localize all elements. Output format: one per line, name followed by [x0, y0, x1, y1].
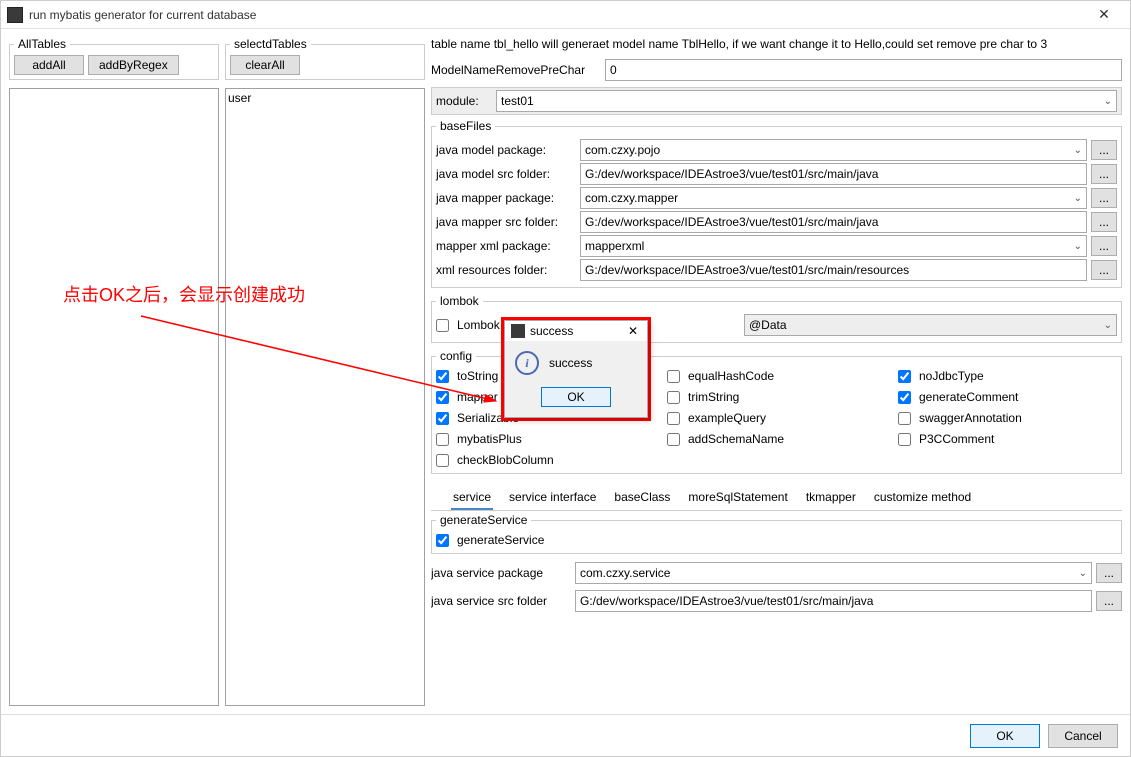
- service-group: generateService generateService: [431, 513, 1122, 554]
- generateservice-checkbox[interactable]: [436, 534, 449, 547]
- lombok-legend: lombok: [436, 294, 483, 308]
- alltables-list[interactable]: [9, 88, 219, 706]
- tab-customize[interactable]: customize method: [872, 486, 973, 510]
- javaservicepackage-input[interactable]: com.czxy.service⌄: [575, 562, 1092, 584]
- javaservicesrc-input[interactable]: [575, 590, 1092, 612]
- selectedtables-list[interactable]: user: [225, 88, 425, 706]
- tab-moresql[interactable]: moreSqlStatement: [686, 486, 789, 510]
- service-legend: generateService: [436, 513, 531, 527]
- javamapperpackage-input[interactable]: com.czxy.mapper⌄: [580, 187, 1087, 209]
- browse-button[interactable]: ...: [1091, 260, 1117, 280]
- javamodelpackage-label: java model package:: [436, 143, 576, 157]
- alltables-legend: AllTables: [14, 37, 70, 51]
- modal-close-icon[interactable]: ✕: [625, 324, 641, 338]
- mapper-checkbox[interactable]: [436, 391, 449, 404]
- addschema-checkbox[interactable]: [667, 433, 680, 446]
- chevron-down-icon: ⌄: [1074, 145, 1082, 156]
- ok-button[interactable]: OK: [970, 724, 1040, 748]
- module-select[interactable]: test01 ⌄: [496, 90, 1117, 112]
- generatecomment-checkbox[interactable]: [898, 391, 911, 404]
- selectedtables-header: selectdTables clearAll: [225, 37, 425, 80]
- mapperxmlpackage-label: mapper xml package:: [436, 239, 576, 253]
- hint-text: table name tbl_hello will generaet model…: [431, 37, 1122, 51]
- modelnamepre-input[interactable]: [605, 59, 1122, 81]
- success-modal: success ✕ i success OK: [504, 320, 648, 418]
- chevron-down-icon: ⌄: [1074, 193, 1082, 204]
- modal-title: success: [530, 324, 625, 338]
- tab-tkmapper[interactable]: tkmapper: [804, 486, 858, 510]
- equalhashcode-checkbox[interactable]: [667, 370, 680, 383]
- app-icon: [7, 7, 23, 23]
- browse-button[interactable]: ...: [1091, 164, 1117, 184]
- app-icon: [511, 324, 525, 338]
- browse-button[interactable]: ...: [1096, 563, 1122, 583]
- javaservicepackage-label: java service package: [431, 566, 571, 580]
- javamodelpackage-input[interactable]: com.czxy.pojo⌄: [580, 139, 1087, 161]
- window-title: run mybatis generator for current databa…: [29, 8, 1084, 22]
- tab-baseclass[interactable]: baseClass: [612, 486, 672, 510]
- tab-service-interface[interactable]: service interface: [507, 486, 598, 510]
- chevron-down-icon: ⌄: [1104, 320, 1112, 331]
- javamodelsrc-label: java model src folder:: [436, 167, 576, 181]
- clearall-button[interactable]: clearAll: [230, 55, 300, 75]
- addbyregex-button[interactable]: addByRegex: [88, 55, 179, 75]
- chevron-down-icon: ⌄: [1104, 96, 1112, 107]
- chevron-down-icon: ⌄: [1079, 568, 1087, 579]
- tabs: service service interface baseClass more…: [431, 480, 1122, 511]
- basefiles-group: baseFiles java model package: com.czxy.p…: [431, 119, 1122, 288]
- basefiles-legend: baseFiles: [436, 119, 495, 133]
- serializable-checkbox[interactable]: [436, 412, 449, 425]
- close-icon[interactable]: ✕: [1084, 6, 1124, 23]
- browse-button[interactable]: ...: [1091, 212, 1117, 232]
- lombok-data-select[interactable]: @Data⌄: [744, 314, 1117, 336]
- cancel-button[interactable]: Cancel: [1048, 724, 1118, 748]
- javamappersrc-input[interactable]: [580, 211, 1087, 233]
- success-modal-highlight: success ✕ i success OK: [501, 317, 651, 421]
- browse-button[interactable]: ...: [1091, 236, 1117, 256]
- p3c-checkbox[interactable]: [898, 433, 911, 446]
- browse-button[interactable]: ...: [1096, 591, 1122, 611]
- nojdbctype-checkbox[interactable]: [898, 370, 911, 383]
- modal-ok-button[interactable]: OK: [541, 387, 611, 407]
- chevron-down-icon: ⌄: [1074, 241, 1082, 252]
- modal-message: success: [549, 356, 592, 370]
- swagger-checkbox[interactable]: [898, 412, 911, 425]
- lombok-label: Lombok: [457, 318, 500, 332]
- info-icon: i: [515, 351, 539, 375]
- list-item[interactable]: user: [228, 91, 422, 105]
- tab-service[interactable]: service: [451, 486, 493, 510]
- javamappersrc-label: java mapper src folder:: [436, 215, 576, 229]
- examplequery-checkbox[interactable]: [667, 412, 680, 425]
- mapperxmlpackage-input[interactable]: mapperxml⌄: [580, 235, 1087, 257]
- xmlresources-label: xml resources folder:: [436, 263, 576, 277]
- tostring-checkbox[interactable]: [436, 370, 449, 383]
- addall-button[interactable]: addAll: [14, 55, 84, 75]
- browse-button[interactable]: ...: [1091, 140, 1117, 160]
- browse-button[interactable]: ...: [1091, 188, 1117, 208]
- titlebar: run mybatis generator for current databa…: [1, 1, 1130, 29]
- modelnamepre-label: ModelNameRemovePreChar: [431, 63, 601, 77]
- selectedtables-legend: selectdTables: [230, 37, 311, 51]
- javaservicesrc-label: java service src folder: [431, 594, 571, 608]
- lombok-checkbox[interactable]: [436, 319, 449, 332]
- trimstring-checkbox[interactable]: [667, 391, 680, 404]
- checkblob-checkbox[interactable]: [436, 454, 449, 467]
- javamodelsrc-input[interactable]: [580, 163, 1087, 185]
- module-label: module:: [436, 94, 492, 108]
- mybatisplus-checkbox[interactable]: [436, 433, 449, 446]
- annotation-text: 点击OK之后，会显示创建成功: [63, 281, 305, 307]
- xmlresources-input[interactable]: [580, 259, 1087, 281]
- javamapperpackage-label: java mapper package:: [436, 191, 576, 205]
- alltables-header: AllTables addAll addByRegex: [9, 37, 219, 80]
- config-legend: config: [436, 349, 476, 363]
